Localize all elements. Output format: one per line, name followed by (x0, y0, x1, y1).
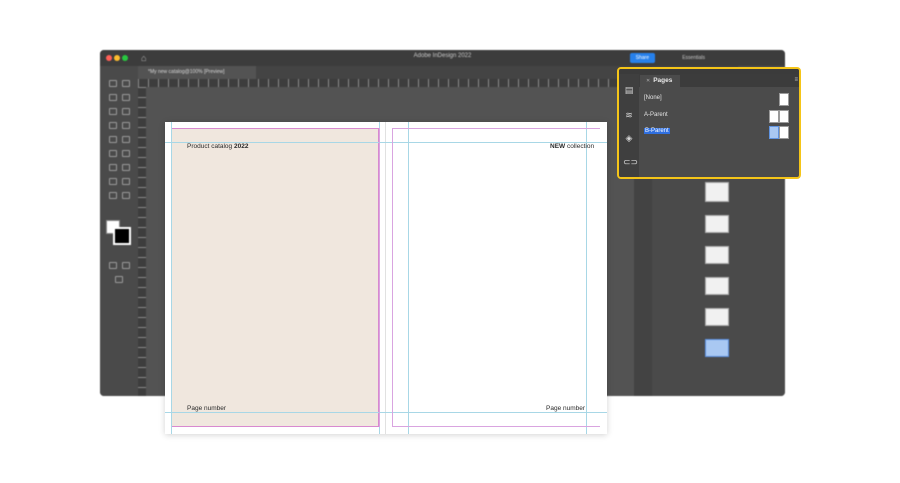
formatting-container-icon[interactable] (109, 262, 117, 269)
column-guide (586, 122, 587, 434)
vertical-ruler (138, 87, 146, 396)
header-right-text[interactable]: NEW collection (550, 143, 594, 150)
formatting-text-icon[interactable] (122, 262, 130, 269)
parent-page-a-thumbnail-left[interactable] (769, 110, 779, 123)
layers-stack-icon[interactable]: ≋ (623, 109, 635, 121)
pages-panel-header: ✕ Pages ≡ (639, 74, 799, 87)
footer-right-page-number[interactable]: Page number (546, 405, 585, 412)
pages-icon[interactable]: ▤ (623, 84, 635, 96)
content-collector-icon[interactable] (109, 108, 117, 115)
gradient-tool-icon[interactable] (122, 164, 130, 171)
page-thumbnail[interactable] (705, 182, 729, 202)
page-thumbnail[interactable] (705, 246, 729, 264)
parent-page-none-thumbnail[interactable] (779, 93, 789, 106)
pages-panel: ▤ ≋ ◈ ⊂⊃ ✕ Pages ≡ [None] A-Parent B-Pare… (617, 67, 801, 179)
workspace-switcher[interactable]: Essentials (682, 53, 705, 63)
footer-left-page-number[interactable]: Page number (187, 405, 226, 412)
left-page[interactable] (171, 128, 379, 427)
page-thumbnail[interactable] (705, 215, 729, 233)
margin-guide (392, 128, 393, 427)
margin-guide (379, 128, 380, 427)
zoom-tool-icon[interactable] (122, 192, 130, 199)
links-icon[interactable]: ⊂⊃ (623, 156, 638, 168)
fill-stroke-swatch[interactable] (106, 220, 131, 245)
selection-tool-icon[interactable] (109, 80, 117, 87)
page-thumbnail-selected[interactable] (705, 339, 729, 357)
free-transform-tool-icon[interactable] (109, 164, 117, 171)
page-tool-icon[interactable] (109, 94, 117, 101)
parent-page-none[interactable]: [None] (644, 95, 662, 101)
page-thumbnail[interactable] (705, 308, 729, 326)
parent-page-a-thumbnail-right[interactable] (779, 110, 789, 123)
document-spread: Product catalog 2022 NEW collection Page… (165, 122, 607, 434)
close-icon[interactable]: ✕ (646, 78, 650, 84)
page-thumbnail[interactable] (705, 277, 729, 295)
margin-guide (392, 128, 600, 129)
scissors-tool-icon[interactable] (122, 150, 130, 157)
pencil-tool-icon[interactable] (109, 136, 117, 143)
rectangle-tool-icon[interactable] (109, 150, 117, 157)
spread-spine (385, 122, 386, 434)
document-tab[interactable]: *My new catalog@100% [Preview] (138, 66, 256, 79)
header-left-text[interactable]: Product catalog 2022 (187, 143, 248, 150)
ruler-guide (165, 412, 607, 413)
title-bar: ⌂ Adobe InDesign 2022 Share Essentials (100, 50, 785, 66)
margin-guide (392, 426, 600, 427)
type-tool-icon[interactable] (122, 108, 130, 115)
parent-page-b-thumbnail-right[interactable] (779, 126, 789, 139)
note-tool-icon[interactable] (109, 178, 117, 185)
pen-tool-icon[interactable] (122, 122, 130, 129)
hamburger-menu-icon[interactable]: ≡ (794, 76, 798, 84)
tools-panel (100, 66, 138, 396)
screen-mode-icon[interactable] (115, 276, 123, 283)
gap-tool-icon[interactable] (122, 94, 130, 101)
parent-page-a[interactable]: A-Parent (644, 112, 668, 118)
line-tool-icon[interactable] (109, 122, 117, 129)
parent-page-b[interactable]: B-Parent (644, 128, 670, 134)
rectangle-frame-tool-icon[interactable] (122, 136, 130, 143)
direct-selection-tool-icon[interactable] (122, 80, 130, 87)
parent-page-b-thumbnail-left[interactable] (769, 126, 779, 139)
panel-icon-strip: ▤ ≋ ◈ ⊂⊃ (619, 74, 639, 177)
hand-tool-icon[interactable] (109, 192, 117, 199)
column-guide (408, 122, 409, 434)
share-button[interactable]: Share (629, 53, 655, 63)
pages-panel-tab[interactable]: ✕ Pages (640, 75, 681, 87)
eyedropper-tool-icon[interactable] (122, 178, 130, 185)
layers-icon[interactable]: ◈ (623, 132, 635, 144)
column-guide (171, 122, 172, 434)
pages-panel-title: Pages (653, 77, 673, 84)
